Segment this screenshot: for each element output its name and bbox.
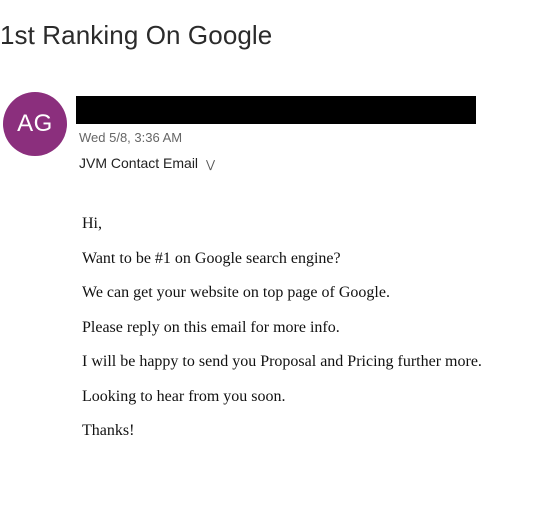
body-line: Please reply on this email for more info… bbox=[82, 318, 340, 336]
email-subject: 1st Ranking On Google bbox=[0, 20, 273, 50]
body-line: Hi, bbox=[82, 215, 102, 232]
body-line: We can get your website on top page of G… bbox=[82, 284, 390, 301]
body-line: Looking to hear from you soon. bbox=[82, 387, 286, 405]
email-body: Hi, Want to be #1 on Google search engin… bbox=[82, 213, 560, 455]
avatar[interactable]: AG bbox=[3, 92, 67, 156]
avatar-initials: AG bbox=[17, 110, 53, 137]
body-line: Want to be #1 on Google search engine? bbox=[82, 249, 341, 267]
sender-name-redacted bbox=[76, 96, 476, 124]
body-line: Thanks! bbox=[82, 422, 135, 439]
email-date: Wed 5/8, 3:36 AM bbox=[79, 130, 183, 145]
recipient-field[interactable]: JVM Contact Email ⋁ bbox=[79, 155, 215, 171]
recipient-label: JVM Contact Email bbox=[79, 155, 199, 171]
chevron-double-down-icon[interactable]: ⋁ bbox=[206, 158, 215, 171]
body-line: I will be happy to send you Proposal and… bbox=[82, 353, 482, 370]
